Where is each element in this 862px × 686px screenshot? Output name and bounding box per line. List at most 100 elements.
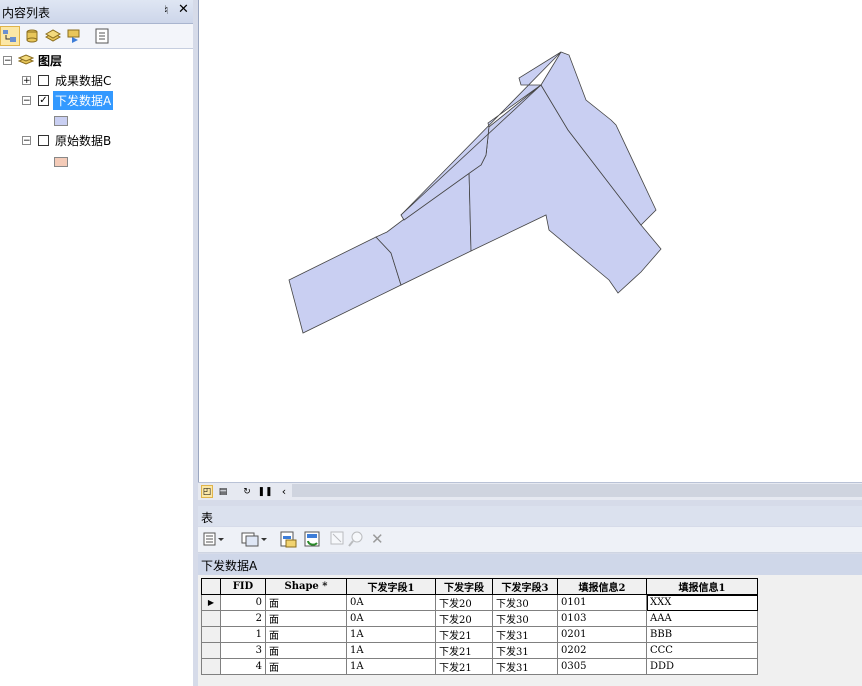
cell-shape[interactable]: 面 [265, 626, 347, 643]
layer-name[interactable]: 成果数据C [53, 71, 113, 90]
cell-info2[interactable]: 0101 [557, 594, 647, 611]
cell-field3[interactable]: 下发31 [492, 626, 558, 643]
cell-field3[interactable]: 下发30 [492, 610, 558, 627]
cell-shape[interactable]: 面 [265, 594, 347, 611]
collapse-icon[interactable]: − [22, 95, 31, 105]
clear-selection-icon[interactable] [330, 531, 344, 548]
layer-visibility-checkbox[interactable] [38, 74, 49, 86]
column-header-field1[interactable]: 下发字段1 [346, 578, 436, 595]
cell-info1[interactable]: DDD [646, 658, 758, 675]
layer-visibility-checkbox[interactable]: ✓ [38, 94, 49, 106]
cell-field3[interactable]: 下发31 [492, 658, 558, 675]
cell-info1[interactable]: XXX [646, 594, 758, 611]
column-header-info1[interactable]: 填报信息1 [646, 578, 758, 595]
cell-info2[interactable]: 0305 [557, 658, 647, 675]
legend-swatch-a[interactable] [54, 116, 68, 126]
zoom-to-selected-icon[interactable] [348, 531, 364, 550]
table-tab-label: 下发数据A [201, 559, 258, 573]
cell-field2[interactable]: 下发20 [435, 610, 493, 627]
collapse-icon[interactable]: − [3, 55, 12, 65]
cell-info2[interactable]: 0201 [557, 626, 647, 643]
related-tables-icon[interactable] [241, 532, 267, 550]
cell-fid[interactable]: 4 [220, 658, 266, 675]
column-header-field3[interactable]: 下发字段3 [492, 578, 558, 595]
table-row[interactable]: 4 面 1A 下发21 下发31 0305 DDD [201, 658, 758, 675]
table-window-title-bar: 表 [198, 506, 862, 526]
close-icon[interactable]: ✕ [178, 2, 189, 17]
table-row[interactable]: 3 面 1A 下发21 下发31 0202 CCC [201, 642, 758, 659]
options-icon[interactable] [92, 26, 112, 46]
cell-shape[interactable]: 面 [265, 610, 347, 627]
cell-field1[interactable]: 0A [346, 610, 436, 627]
table-options-icon[interactable] [203, 532, 225, 549]
pause-icon[interactable]: ❚❚ [257, 485, 272, 498]
cell-field2[interactable]: 下发21 [435, 642, 493, 659]
column-header-field2[interactable]: 下发字段 [435, 578, 493, 595]
list-by-selection-icon[interactable] [64, 26, 84, 46]
cell-info1[interactable]: AAA [646, 610, 758, 627]
tree-root-layers[interactable]: − 图层 [3, 51, 64, 69]
cell-shape[interactable]: 面 [265, 642, 347, 659]
cell-field3[interactable]: 下发31 [492, 642, 558, 659]
table-toolbar: ✕ [198, 527, 862, 553]
list-by-drawing-order-icon[interactable] [0, 26, 20, 46]
row-selector[interactable] [201, 626, 221, 643]
horizontal-scrollbar[interactable] [292, 484, 862, 497]
toc-title-bar: 内容列表 ♮ ✕ [0, 0, 193, 24]
list-by-visibility-icon[interactable] [43, 26, 63, 46]
pin-icon[interactable]: ♮ [164, 3, 168, 17]
layer-visibility-checkbox[interactable] [38, 134, 49, 146]
cell-fid[interactable]: 2 [220, 610, 266, 627]
layer-row-b[interactable]: − 原始数据B [22, 131, 113, 149]
layers-root-label: 图层 [38, 53, 63, 68]
cell-field3[interactable]: 下发30 [492, 594, 558, 611]
row-header-corner[interactable] [201, 578, 221, 595]
data-view-icon[interactable]: ◰ [201, 485, 213, 498]
row-selector[interactable] [201, 642, 221, 659]
column-header-info2[interactable]: 填报信息2 [557, 578, 647, 595]
cell-field1[interactable]: 1A [346, 626, 436, 643]
layer-row-a[interactable]: − ✓ 下发数据A [22, 90, 114, 110]
cell-fid[interactable]: 0 [220, 594, 266, 611]
collapse-icon[interactable]: − [22, 135, 31, 145]
cell-info2[interactable]: 0202 [557, 642, 647, 659]
cell-info2[interactable]: 0103 [557, 610, 647, 627]
layer-name[interactable]: 下发数据A [53, 90, 114, 110]
row-selector[interactable] [201, 610, 221, 627]
map-polygon [288, 236, 402, 334]
map-canvas[interactable] [199, 0, 862, 482]
refresh-icon[interactable]: ↻ [241, 485, 253, 498]
scroll-left-icon[interactable]: ‹ [278, 485, 290, 498]
map-view[interactable] [198, 0, 862, 482]
table-window-title: 表 [201, 511, 214, 525]
legend-swatch-b[interactable] [54, 157, 68, 167]
cell-field1[interactable]: 1A [346, 658, 436, 675]
cell-fid[interactable]: 1 [220, 626, 266, 643]
layout-view-icon[interactable]: ▤ [217, 485, 229, 498]
table-row[interactable]: 1 面 1A 下发21 下发31 0201 BBB [201, 626, 758, 643]
table-row[interactable]: 2 面 0A 下发20 下发30 0103 AAA [201, 610, 758, 627]
cell-field2[interactable]: 下发21 [435, 658, 493, 675]
select-by-attributes-icon[interactable] [280, 531, 298, 551]
cell-field2[interactable]: 下发21 [435, 626, 493, 643]
layer-name[interactable]: 原始数据B [53, 131, 113, 150]
layer-row-c[interactable]: + 成果数据C [22, 71, 113, 89]
column-header-shape[interactable]: Shape * [265, 578, 347, 595]
expand-icon[interactable]: + [22, 75, 31, 85]
cell-fid[interactable]: 3 [220, 642, 266, 659]
switch-selection-icon[interactable] [304, 531, 322, 551]
list-by-source-icon[interactable] [22, 26, 42, 46]
row-selector[interactable]: ▶ [201, 594, 221, 611]
cell-field1[interactable]: 0A [346, 594, 436, 611]
cell-shape[interactable]: 面 [265, 658, 347, 675]
column-header-fid[interactable]: FID [220, 578, 266, 595]
delete-selected-icon[interactable]: ✕ [371, 530, 384, 548]
table-tab-header[interactable]: 下发数据A [198, 554, 862, 575]
cell-field2[interactable]: 下发20 [435, 594, 493, 611]
cell-info1[interactable]: CCC [646, 642, 758, 659]
table-row[interactable]: ▶ 0 面 0A 下发20 下发30 0101 XXX [201, 594, 758, 611]
layers-icon [17, 52, 35, 69]
cell-info1[interactable]: BBB [646, 626, 758, 643]
cell-field1[interactable]: 1A [346, 642, 436, 659]
row-selector[interactable] [201, 658, 221, 675]
